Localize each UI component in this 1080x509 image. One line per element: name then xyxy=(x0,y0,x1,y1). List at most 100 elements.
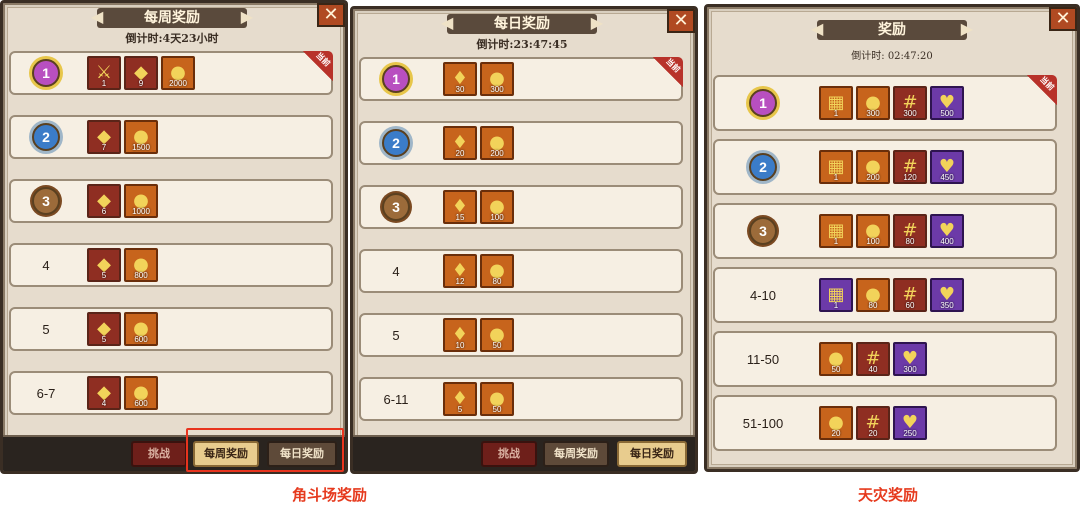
crate-reward-item[interactable]: ▦ 1 xyxy=(819,214,853,248)
close-button[interactable]: ✕ xyxy=(1049,7,1077,31)
net-reward-item[interactable]: #300 xyxy=(893,86,927,120)
item-quantity: 50 xyxy=(831,365,841,374)
item-quantity: 100 xyxy=(490,213,504,222)
reward-row: 6-7 ◆ 4 ● 600 xyxy=(9,371,333,415)
reward-items: ▦ 1 ● 200 #120 ♥ 450 xyxy=(819,150,964,184)
coin-reward-item[interactable]: ● 80 xyxy=(856,278,890,312)
coin-reward-item[interactable]: ● 600 xyxy=(124,312,158,346)
item-quantity: 20 xyxy=(455,149,465,158)
bag-reward-item[interactable]: ♥ 500 xyxy=(930,86,964,120)
coin-reward-item[interactable]: ● 200 xyxy=(480,126,514,160)
reward-items: ● 20 #20 ♥ 250 xyxy=(819,406,927,440)
challenge-button[interactable]: 挑战 xyxy=(131,441,187,467)
bag-reward-item[interactable]: ♥ 450 xyxy=(930,150,964,184)
reward-row: 51-100 ● 20 #20 ♥ 250 xyxy=(713,395,1057,451)
rank-label: 2 xyxy=(715,141,811,193)
item-quantity: 20 xyxy=(868,429,878,438)
coin-reward-item[interactable]: ● 300 xyxy=(856,86,890,120)
coin-reward-item[interactable]: ● 1000 xyxy=(124,184,158,218)
caption-disaster-rewards: 天灾奖励 xyxy=(858,486,919,504)
reward-items: ◆ 5 ● 800 xyxy=(87,248,158,282)
weekly-reward-panel: ◀ 每周奖励 ▶ 倒计时:4天23小时 ✕ 1 ⚔ 1 ◆ 9 ● 2000 当前 2 ◆ 7 ● 15… xyxy=(0,0,348,474)
rank-text: 4 xyxy=(42,257,50,273)
coin-reward-item[interactable]: ● 50 xyxy=(480,318,514,352)
rank-text: 4-10 xyxy=(749,287,777,303)
coin-reward-item[interactable]: ● 300 xyxy=(480,62,514,96)
ore-reward-item[interactable]: ◆ 4 xyxy=(87,376,121,410)
ore-reward-item[interactable]: ◆ 9 xyxy=(124,56,158,90)
reward-row: 5 ♦ 10 ● 50 xyxy=(359,313,683,357)
potion-reward-item[interactable]: ♦ 12 xyxy=(443,254,477,288)
bronze-medal-icon: 3 xyxy=(32,187,60,215)
right-ornament-icon: ▶ xyxy=(240,7,253,26)
coin-reward-item[interactable]: ● 20 xyxy=(819,406,853,440)
coin-reward-item[interactable]: ● 80 xyxy=(480,254,514,288)
coin-reward-item[interactable]: ● 100 xyxy=(856,214,890,248)
crate-reward-item[interactable]: ▦ 1 xyxy=(819,278,853,312)
coin-reward-item[interactable]: ● 800 xyxy=(124,248,158,282)
ore-reward-item[interactable]: ◆ 5 xyxy=(87,312,121,346)
coin-reward-item[interactable]: ● 1500 xyxy=(124,120,158,154)
ore-reward-item[interactable]: ◆ 5 xyxy=(87,248,121,282)
item-quantity: 300 xyxy=(903,109,917,118)
item-quantity: 1 xyxy=(833,173,839,182)
item-quantity: 60 xyxy=(905,301,915,310)
potion-reward-item[interactable]: ♦ 15 xyxy=(443,190,477,224)
potion-reward-item[interactable]: ♦ 5 xyxy=(443,382,477,416)
gold-medal-icon: 1 xyxy=(749,89,777,117)
rank-text: 6-11 xyxy=(383,391,409,407)
current-badge-label: 当前 xyxy=(664,56,682,75)
item-quantity: 15 xyxy=(455,213,465,222)
current-badge: 当前 xyxy=(1027,75,1057,105)
item-quantity: 10 xyxy=(455,341,465,350)
bag-reward-item[interactable]: ♥ 400 xyxy=(930,214,964,248)
close-button[interactable]: ✕ xyxy=(317,3,345,27)
net-reward-item[interactable]: #120 xyxy=(893,150,927,184)
reward-items: ♦ 12 ● 80 xyxy=(443,254,514,288)
coin-reward-item[interactable]: ● 600 xyxy=(124,376,158,410)
potion-reward-item[interactable]: ♦ 20 xyxy=(443,126,477,160)
net-reward-item[interactable]: #40 xyxy=(856,342,890,376)
crate-reward-item[interactable]: ▦ 1 xyxy=(819,86,853,120)
item-quantity: 500 xyxy=(940,109,954,118)
potion-reward-item[interactable]: ♦ 30 xyxy=(443,62,477,96)
rank-label: 1 xyxy=(361,59,431,99)
item-quantity: 300 xyxy=(903,365,917,374)
rank-label: 4-10 xyxy=(715,269,811,321)
current-badge: 当前 xyxy=(653,57,683,87)
tab-weekly-reward[interactable]: 每周奖励 xyxy=(543,441,609,467)
reward-items: ⚔ 1 ◆ 9 ● 2000 xyxy=(87,56,195,90)
bronze-medal-icon: 3 xyxy=(749,217,777,245)
gold-medal-icon: 1 xyxy=(32,59,60,87)
rank-label: 51-100 xyxy=(715,397,811,449)
item-quantity: 300 xyxy=(866,109,880,118)
close-button[interactable]: ✕ xyxy=(667,9,695,33)
reward-row: 3 ▦ 1 ● 100 #80 ♥ 400 xyxy=(713,203,1057,259)
tab-daily-reward[interactable]: 每日奖励 xyxy=(617,441,687,467)
reward-row: 4 ◆ 5 ● 800 xyxy=(9,243,333,287)
coin-reward-item[interactable]: ● 50 xyxy=(819,342,853,376)
bag-reward-item[interactable]: ♥ 250 xyxy=(893,406,927,440)
scroll-reward-item[interactable]: ⚔ 1 xyxy=(87,56,121,90)
item-quantity: 5 xyxy=(101,335,107,344)
coin-reward-item[interactable]: ● 2000 xyxy=(161,56,195,90)
rank-label: 11-50 xyxy=(715,333,811,385)
crate-reward-item[interactable]: ▦ 1 xyxy=(819,150,853,184)
bag-reward-item[interactable]: ♥ 300 xyxy=(893,342,927,376)
coin-reward-item[interactable]: ● 100 xyxy=(480,190,514,224)
challenge-button[interactable]: 挑战 xyxy=(481,441,537,467)
bag-reward-item[interactable]: ♥ 350 xyxy=(930,278,964,312)
coin-reward-item[interactable]: ● 50 xyxy=(480,382,514,416)
net-reward-item[interactable]: #60 xyxy=(893,278,927,312)
net-reward-item[interactable]: #20 xyxy=(856,406,890,440)
reward-items: ◆ 5 ● 600 xyxy=(87,312,158,346)
reward-items: ▦ 1 ● 80 #60 ♥ 350 xyxy=(819,278,964,312)
coin-reward-item[interactable]: ● 200 xyxy=(856,150,890,184)
rank-label: 5 xyxy=(11,309,81,349)
ore-reward-item[interactable]: ◆ 7 xyxy=(87,120,121,154)
net-reward-item[interactable]: #80 xyxy=(893,214,927,248)
potion-reward-item[interactable]: ♦ 10 xyxy=(443,318,477,352)
item-quantity: 300 xyxy=(490,85,504,94)
ore-reward-item[interactable]: ◆ 6 xyxy=(87,184,121,218)
current-badge-label: 当前 xyxy=(1038,74,1056,93)
